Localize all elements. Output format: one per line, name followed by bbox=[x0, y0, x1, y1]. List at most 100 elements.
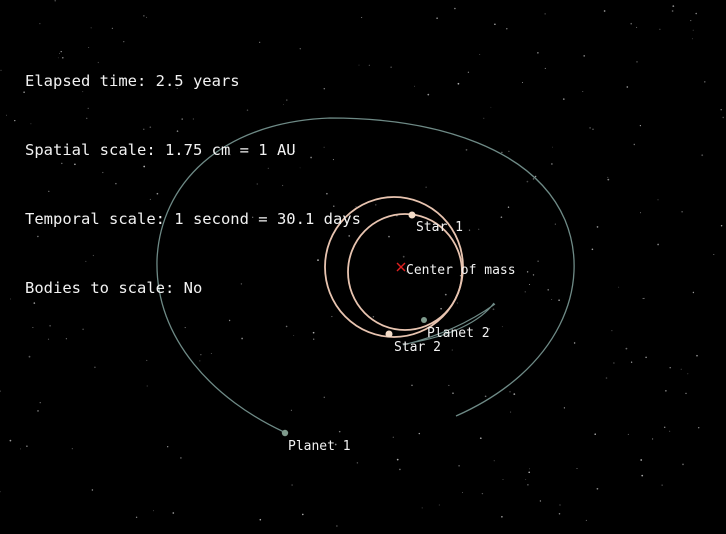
background-star bbox=[607, 176, 609, 178]
center-of-mass-label: Center of mass bbox=[406, 263, 516, 278]
bodies-to-scale-text: Bodies to scale: No bbox=[25, 279, 203, 297]
background-star bbox=[692, 29, 694, 31]
background-star bbox=[28, 355, 31, 358]
background-star bbox=[663, 426, 666, 429]
background-star bbox=[444, 293, 447, 296]
background-star bbox=[440, 307, 442, 310]
background-star bbox=[6, 114, 7, 116]
background-star bbox=[200, 354, 202, 356]
background-star bbox=[0, 390, 1, 392]
background-star bbox=[681, 211, 683, 213]
background-star bbox=[576, 468, 578, 470]
background-star bbox=[392, 436, 394, 438]
background-star bbox=[388, 235, 390, 238]
background-star bbox=[583, 55, 586, 57]
background-star bbox=[146, 359, 148, 361]
background-star bbox=[592, 128, 594, 130]
background-star bbox=[640, 459, 643, 461]
background-star bbox=[558, 512, 561, 515]
background-star bbox=[465, 149, 468, 151]
background-star bbox=[479, 437, 482, 440]
background-star bbox=[558, 299, 560, 302]
background-star bbox=[701, 154, 704, 157]
background-star bbox=[290, 409, 292, 411]
background-star bbox=[639, 212, 642, 214]
star2-label: Star 2 bbox=[394, 340, 441, 355]
background-star bbox=[544, 67, 546, 69]
background-star bbox=[451, 349, 453, 351]
background-star bbox=[607, 178, 610, 181]
planet2-body bbox=[421, 317, 427, 323]
background-star bbox=[547, 289, 549, 291]
background-star bbox=[633, 143, 636, 146]
background-star bbox=[720, 108, 722, 111]
background-star bbox=[680, 368, 682, 370]
background-star bbox=[146, 385, 148, 387]
background-star bbox=[669, 366, 671, 369]
elapsed-time-text: Elapsed time: 2.5 years bbox=[25, 72, 240, 90]
background-star bbox=[10, 298, 11, 300]
background-star bbox=[368, 64, 370, 66]
background-star bbox=[506, 28, 508, 30]
background-star bbox=[695, 12, 697, 15]
background-star bbox=[210, 352, 212, 354]
background-star bbox=[481, 492, 484, 495]
background-star bbox=[669, 430, 671, 432]
background-star bbox=[534, 175, 537, 178]
background-star bbox=[636, 26, 638, 28]
planet1-label: Planet 1 bbox=[288, 439, 351, 454]
simulation-viewport: Star 1 Center of mass Planet 2 Star 2 Pl… bbox=[0, 0, 726, 534]
background-star bbox=[525, 479, 527, 481]
background-star bbox=[54, 0, 56, 2]
background-star bbox=[626, 86, 629, 88]
background-star bbox=[528, 283, 531, 286]
background-star bbox=[94, 366, 96, 369]
background-star bbox=[526, 180, 529, 183]
background-star bbox=[338, 430, 341, 433]
background-star bbox=[167, 446, 169, 448]
background-star bbox=[665, 390, 667, 392]
background-star bbox=[636, 61, 638, 63]
background-star bbox=[690, 20, 692, 22]
background-star bbox=[691, 38, 693, 40]
background-star bbox=[704, 81, 706, 83]
background-star bbox=[596, 487, 599, 490]
background-star bbox=[301, 513, 304, 516]
background-star bbox=[199, 360, 201, 362]
background-star bbox=[713, 253, 715, 256]
background-star bbox=[507, 206, 510, 208]
background-star bbox=[458, 464, 460, 467]
background-star bbox=[685, 392, 687, 395]
background-star bbox=[591, 248, 594, 251]
background-star bbox=[618, 286, 620, 288]
background-star bbox=[502, 479, 504, 480]
background-star bbox=[20, 448, 22, 450]
background-star bbox=[552, 146, 554, 148]
background-star bbox=[722, 116, 724, 119]
background-star bbox=[402, 255, 405, 258]
background-star bbox=[630, 22, 632, 25]
background-star bbox=[526, 271, 529, 273]
background-star bbox=[501, 151, 503, 154]
background-star bbox=[457, 82, 460, 85]
background-star bbox=[484, 395, 487, 398]
background-star bbox=[611, 330, 613, 332]
background-star bbox=[641, 474, 644, 477]
planet2-label: Planet 2 bbox=[427, 326, 490, 341]
background-star bbox=[657, 199, 659, 201]
background-star bbox=[671, 10, 674, 12]
background-star bbox=[643, 297, 645, 299]
background-star bbox=[37, 410, 39, 412]
background-star bbox=[532, 178, 535, 180]
spatial-scale-text: Spatial scale: 1.75 cm = 1 AU bbox=[25, 141, 296, 159]
background-star bbox=[14, 119, 16, 122]
background-star bbox=[537, 52, 539, 54]
background-star bbox=[661, 484, 663, 486]
planet1-body bbox=[281, 429, 289, 437]
background-star bbox=[659, 28, 661, 30]
background-star bbox=[692, 291, 695, 294]
background-star bbox=[427, 93, 430, 96]
background-star bbox=[613, 362, 615, 364]
background-star bbox=[501, 326, 503, 328]
background-star bbox=[544, 13, 546, 15]
